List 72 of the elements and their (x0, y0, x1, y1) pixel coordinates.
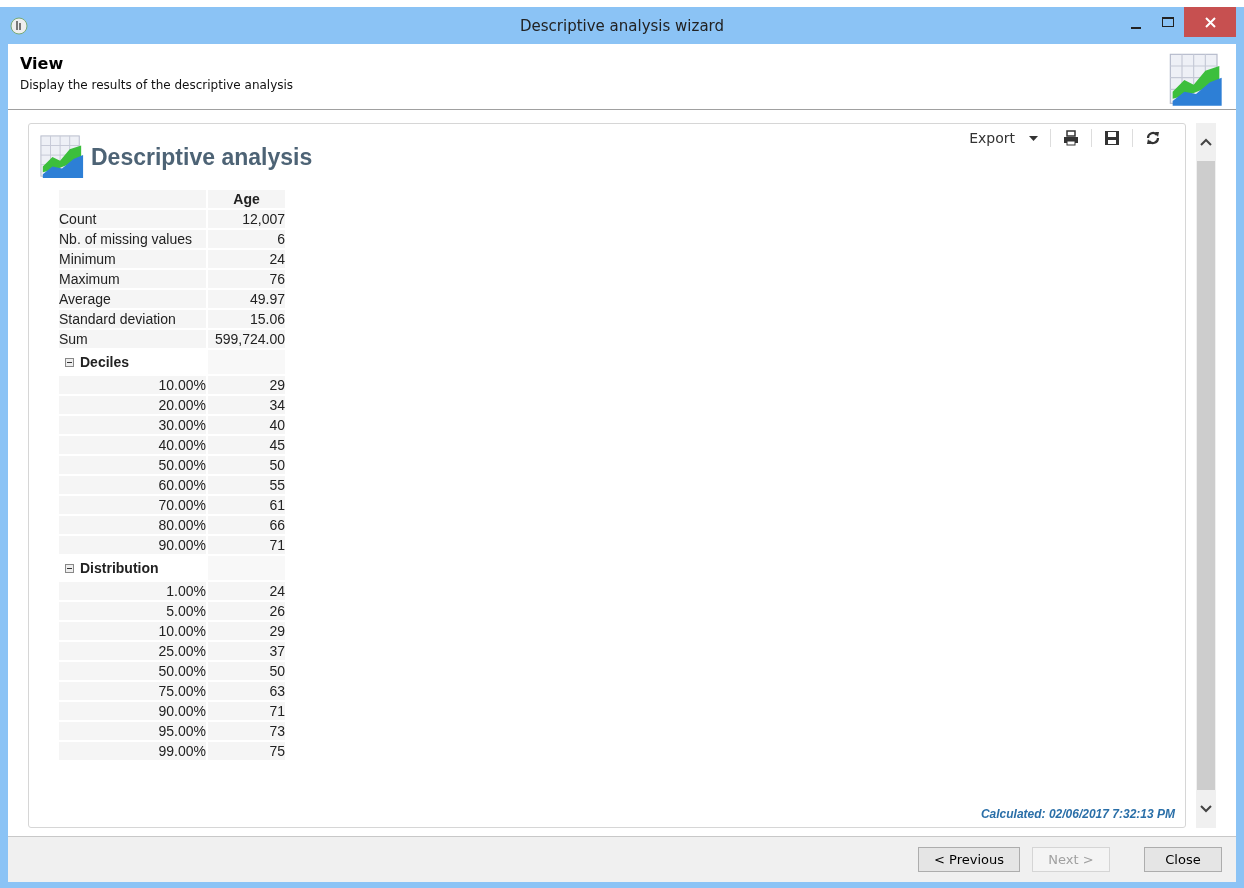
step-description: Display the results of the descriptive analysis (20, 78, 294, 92)
table-cell: 12,007 (208, 210, 285, 228)
table-cell: 71 (208, 536, 285, 554)
caret-icon (1029, 135, 1038, 141)
table-cell: 45 (208, 436, 285, 454)
row-label: Nb. of missing values (59, 230, 206, 248)
table-cell: 40 (208, 416, 285, 434)
row-label: 50.00% (59, 662, 206, 680)
row-label: 90.00% (59, 702, 206, 720)
window-title: Descriptive analysis wizard (520, 16, 724, 35)
row-label: 95.00% (59, 722, 206, 740)
table-cell: 61 (208, 496, 285, 514)
row-label: 50.00% (59, 456, 206, 474)
report-title: Descriptive analysis (91, 143, 313, 171)
row-label: Average (59, 290, 206, 308)
row-label: Sum (59, 330, 206, 348)
table-cell: 6 (208, 230, 285, 248)
table-cell: 50 (208, 456, 285, 474)
table-cell: 26 (208, 602, 285, 620)
table-cell: 24 (208, 582, 285, 600)
row-label: Minimum (59, 250, 206, 268)
table-cell: 34 (208, 396, 285, 414)
maximize-icon (1162, 17, 1174, 27)
row-label: 25.00% (59, 642, 206, 660)
wizard-button[interactable]: < Previous (918, 847, 1020, 872)
close-icon (1204, 16, 1216, 28)
chart-icon (39, 134, 85, 180)
table-cell: 50 (208, 662, 285, 680)
section-toggle[interactable]: Deciles (59, 350, 206, 374)
row-label: 90.00% (59, 536, 206, 554)
step-title: View (20, 54, 65, 73)
row-label: 80.00% (59, 516, 206, 534)
app-icon (10, 16, 28, 35)
row-label: Count (59, 210, 206, 228)
row-label: Maximum (59, 270, 206, 288)
wizard-button[interactable]: Close (1144, 847, 1222, 872)
row-label: 10.00% (59, 622, 206, 640)
row-label: 1.00% (59, 582, 206, 600)
row-label: 30.00% (59, 416, 206, 434)
minimize-icon (1131, 27, 1141, 29)
export-button[interactable]: Export (965, 128, 1042, 148)
scrollbar[interactable] (1196, 123, 1216, 828)
table-cell: 15.06 (208, 310, 285, 328)
row-label: 5.00% (59, 602, 206, 620)
section-toggle[interactable]: Distribution (59, 556, 206, 580)
row-label: 99.00% (59, 742, 206, 760)
table-cell: 49.97 (208, 290, 285, 308)
table-cell: 599,724.00 (208, 330, 285, 348)
table-cell: 76 (208, 270, 285, 288)
row-label: 70.00% (59, 496, 206, 514)
collapse-icon (65, 563, 74, 573)
close-window-button[interactable] (1184, 7, 1236, 37)
row-label: 75.00% (59, 682, 206, 700)
row-label: 40.00% (59, 436, 206, 454)
column-header: Age (208, 190, 285, 208)
row-label: 10.00% (59, 376, 206, 394)
table-cell: 73 (208, 722, 285, 740)
chart-icon (1168, 52, 1224, 108)
calculated-timestamp: Calculated: 02/06/2017 7:32:13 PM (980, 807, 1175, 821)
table-cell: 29 (208, 376, 285, 394)
table-cell: 29 (208, 622, 285, 640)
row-label: 60.00% (59, 476, 206, 494)
row-label: 20.00% (59, 396, 206, 414)
table-cell: 24 (208, 250, 285, 268)
table-cell: 55 (208, 476, 285, 494)
table-cell: 63 (208, 682, 285, 700)
table-cell: 66 (208, 516, 285, 534)
row-label: Standard deviation (59, 310, 206, 328)
collapse-icon (65, 357, 74, 367)
table-cell: 71 (208, 702, 285, 720)
table-cell: 37 (208, 642, 285, 660)
table-cell: 75 (208, 742, 285, 760)
